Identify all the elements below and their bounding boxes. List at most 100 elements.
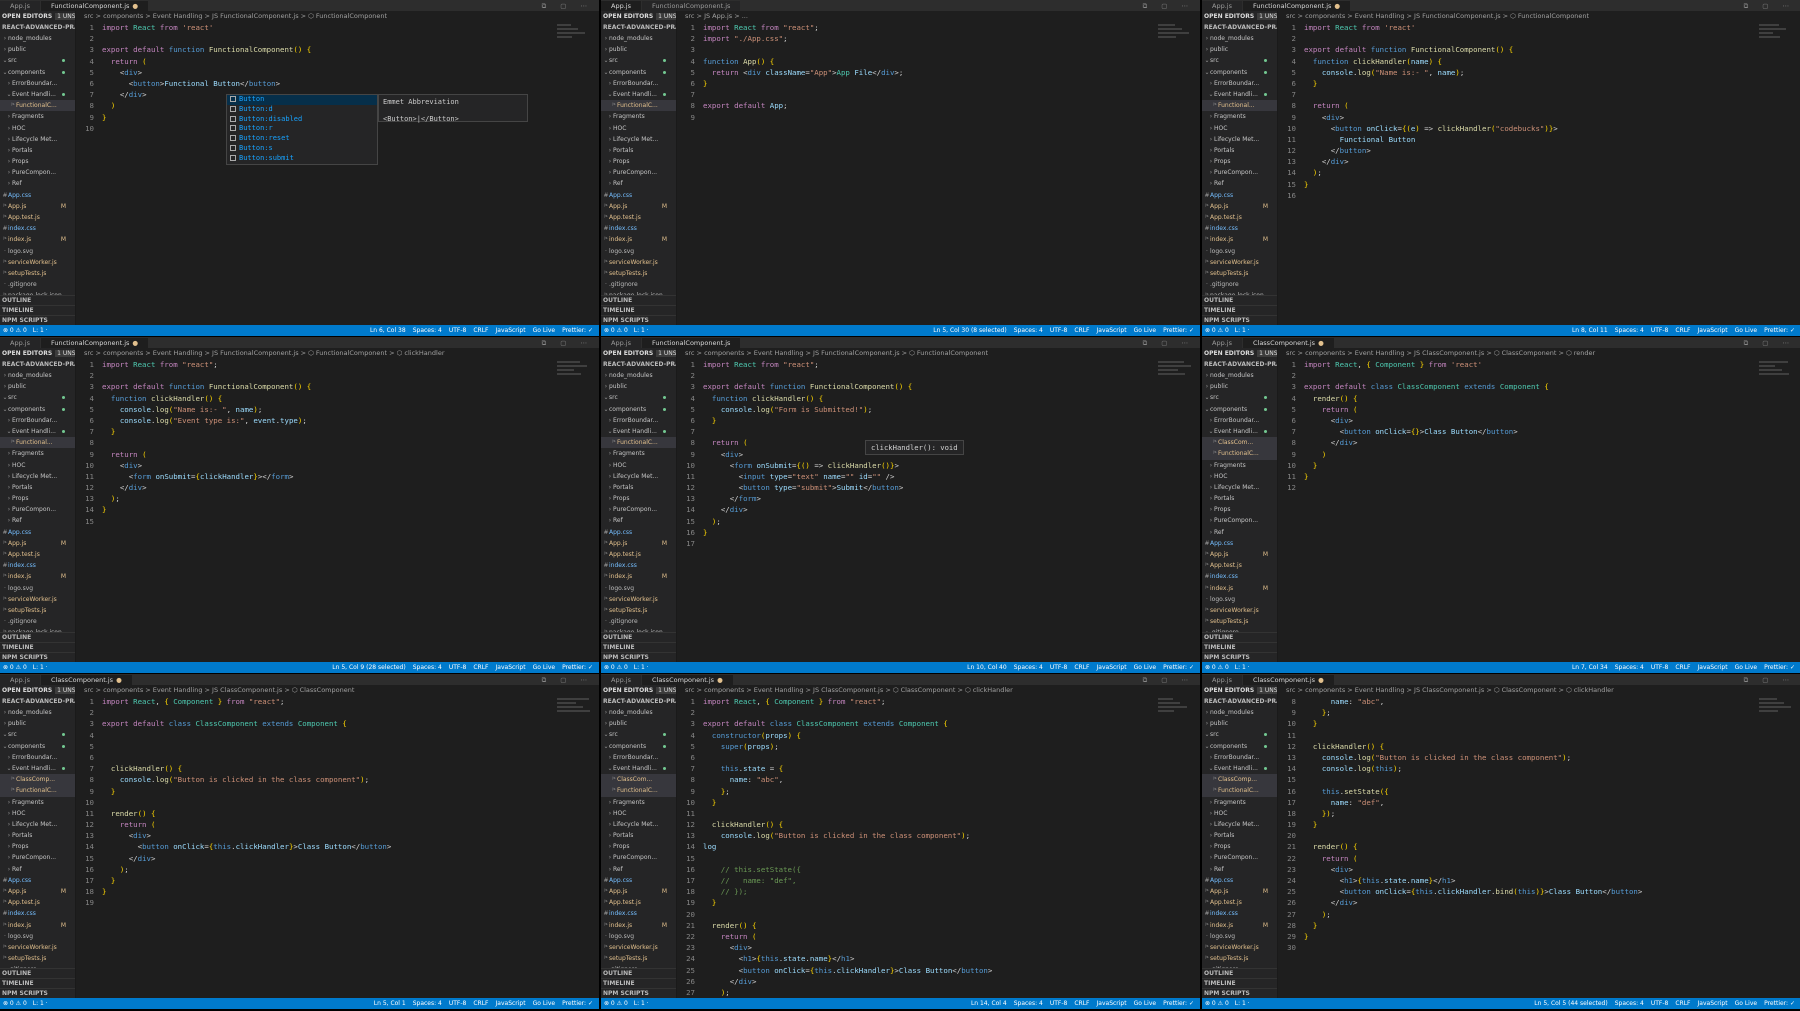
explorer-item[interactable]: › Ref xyxy=(601,178,676,189)
explorer-item[interactable]: › PureCompon... xyxy=(0,852,75,863)
explorer-item[interactable]: ᴶˢApp.js M xyxy=(601,886,676,897)
explorer-item[interactable]: ⌄components xyxy=(0,67,75,78)
explorer-item[interactable]: #App.css xyxy=(601,875,676,886)
explorer-item[interactable]: ᴶˢindex.js M xyxy=(601,571,676,582)
explorer-item[interactable]: ᴶˢApp.js M xyxy=(1202,886,1277,897)
explorer-item[interactable]: › ErrorBoundar... xyxy=(1202,752,1277,763)
explorer-item[interactable]: › node_modules xyxy=(1202,33,1277,44)
explorer-item[interactable]: ᴶˢApp.test.js xyxy=(0,212,75,223)
suggest-item[interactable]: Button:s xyxy=(227,144,377,154)
open-editors-header[interactable]: OPEN EDITORS1 UNSAVED xyxy=(0,685,75,696)
status-item[interactable]: L: 1 · xyxy=(33,1000,48,1007)
explorer-item[interactable]: › node_modules xyxy=(1202,370,1277,381)
status-item[interactable]: ⊗ 0 ⚠ 0 xyxy=(1205,664,1229,671)
explorer-item[interactable]: ᴶˢClassComp... xyxy=(0,774,75,786)
status-item[interactable]: Prettier: ✓ xyxy=(562,327,593,334)
status-item[interactable]: CRLF xyxy=(473,327,488,334)
status-item[interactable]: Spaces: 4 xyxy=(1014,1000,1043,1007)
explorer-item[interactable]: › public xyxy=(601,381,676,392)
minimap[interactable] xyxy=(1158,698,1192,716)
status-item[interactable]: Prettier: ✓ xyxy=(1163,1000,1194,1007)
editor-tab[interactable]: App.js xyxy=(1202,1,1242,11)
explorer-item[interactable]: › Fragments xyxy=(0,111,75,122)
breadcrumb[interactable]: src > components > Event Handling > JS C… xyxy=(76,685,599,696)
explorer-item[interactable]: · logo.svg xyxy=(601,246,676,257)
explorer-item[interactable]: › Portals xyxy=(1202,830,1277,841)
code-editor[interactable]: src > components > Event Handling > JS C… xyxy=(1278,348,1800,662)
explorer-item[interactable]: › node_modules xyxy=(0,707,75,718)
explorer-item[interactable]: › HOC xyxy=(0,460,75,471)
explorer-item[interactable]: ⌄src xyxy=(0,729,75,740)
explorer-item[interactable]: › Fragments xyxy=(601,797,676,808)
window-controls[interactable]: ⧉ ▢ ⋯ xyxy=(1744,338,1800,348)
explorer-item[interactable]: › Fragments xyxy=(0,448,75,459)
explorer-item[interactable]: ᴶˢFunctionalC... xyxy=(601,100,676,112)
code-editor[interactable]: src > components > Event Handling > JS F… xyxy=(1278,11,1800,325)
explorer-item[interactable]: ⌄components xyxy=(601,741,676,752)
suggest-item[interactable]: Button:d xyxy=(227,105,377,115)
code-area[interactable]: 1 import React, { Component } from 'react… xyxy=(1278,359,1800,493)
explorer-item[interactable]: › Lifecycle Met... xyxy=(1202,482,1277,493)
explorer-item[interactable]: ᴶˢindex.js M xyxy=(0,571,75,582)
status-item[interactable]: Spaces: 4 xyxy=(1615,664,1644,671)
explorer-item[interactable]: ⌄src xyxy=(0,55,75,66)
explorer-item[interactable]: › ErrorBoundar... xyxy=(1202,415,1277,426)
explorer-item[interactable]: › node_modules xyxy=(0,370,75,381)
minimap[interactable] xyxy=(1759,698,1793,716)
explorer-item[interactable]: › node_modules xyxy=(601,33,676,44)
open-editors-header[interactable]: OPEN EDITORS1 UNSAVED xyxy=(0,348,75,359)
timeline-section[interactable]: TIMELINE xyxy=(601,642,676,652)
explorer-item[interactable]: › HOC xyxy=(0,123,75,134)
explorer-item[interactable]: › ErrorBoundar... xyxy=(1202,78,1277,89)
explorer-item[interactable]: › Lifecycle Met... xyxy=(601,471,676,482)
editor-tab[interactable]: FunctionalComponent.js xyxy=(641,1,741,11)
timeline-section[interactable]: TIMELINE xyxy=(0,305,75,315)
project-folder[interactable]: REACT-ADVANCED-PRACT... xyxy=(0,696,75,707)
status-item[interactable]: Prettier: ✓ xyxy=(1163,664,1194,671)
explorer-item[interactable]: › Ref xyxy=(1202,527,1277,538)
explorer-item[interactable]: ⌄src xyxy=(1202,392,1277,403)
cursor-position[interactable]: Ln 5, Col 5 (44 selected) xyxy=(1534,1000,1607,1007)
explorer-item[interactable]: ⌄components xyxy=(601,404,676,415)
explorer-item[interactable]: ᴶˢFunctionalC... xyxy=(0,785,75,797)
status-item[interactable]: JavaScript xyxy=(496,664,526,671)
explorer-item[interactable]: ᴶˢserviceWorker.js xyxy=(0,257,75,268)
minimap[interactable] xyxy=(1759,24,1793,42)
open-editors-header[interactable]: OPEN EDITORS1 UNSAVED xyxy=(1202,348,1277,359)
explorer-item[interactable]: › Portals xyxy=(0,145,75,156)
explorer-item[interactable]: › HOC xyxy=(601,460,676,471)
status-item[interactable]: JavaScript xyxy=(496,327,526,334)
code-editor[interactable]: src > components > Event Handling > JS F… xyxy=(677,348,1200,662)
editor-tab[interactable]: App.js xyxy=(601,338,641,348)
suggest-item[interactable]: Button:disabled xyxy=(227,115,377,125)
explorer-item[interactable]: › Props xyxy=(601,156,676,167)
explorer-item[interactable]: › PureCompon... xyxy=(0,504,75,515)
window-controls[interactable]: ⧉ ▢ ⋯ xyxy=(1143,675,1200,685)
code-editor[interactable]: src > components > Event Handling > JS C… xyxy=(76,685,599,998)
explorer-item[interactable]: › node_modules xyxy=(601,707,676,718)
explorer-item[interactable]: ᴶˢApp.test.js xyxy=(1202,560,1277,571)
breadcrumb[interactable]: src > JS App.js > ... xyxy=(677,11,1200,22)
editor-tab[interactable]: App.js xyxy=(0,1,40,11)
explorer-item[interactable]: › HOC xyxy=(1202,808,1277,819)
status-item[interactable]: JavaScript xyxy=(1698,1000,1728,1007)
outline-section[interactable]: OUTLINE xyxy=(1202,968,1277,978)
explorer-item[interactable]: › HOC xyxy=(601,808,676,819)
window-controls[interactable]: ⧉ ▢ ⋯ xyxy=(542,338,599,348)
editor-tab[interactable]: FunctionalComponent.js ● xyxy=(40,338,149,348)
explorer-item[interactable]: › Ref xyxy=(0,178,75,189)
editor-tab[interactable]: ClassComponent.js ● xyxy=(641,675,733,685)
explorer-item[interactable]: #index.css xyxy=(1202,223,1277,234)
minimap[interactable] xyxy=(1158,24,1192,42)
minimap[interactable] xyxy=(557,698,591,716)
editor-tab[interactable]: ClassComponent.js ● xyxy=(1242,675,1334,685)
explorer-item[interactable]: #index.css xyxy=(601,908,676,919)
status-item[interactable]: JavaScript xyxy=(1097,1000,1127,1007)
status-item[interactable]: JavaScript xyxy=(1698,327,1728,334)
explorer-item[interactable]: #index.css xyxy=(1202,571,1277,582)
cursor-position[interactable]: Ln 5, Col 1 xyxy=(374,1000,406,1007)
explorer-item[interactable]: ᴶˢApp.test.js xyxy=(0,897,75,908)
outline-section[interactable]: OUTLINE xyxy=(601,295,676,305)
explorer-item[interactable]: › Ref xyxy=(1202,864,1277,875)
outline-section[interactable]: OUTLINE xyxy=(601,968,676,978)
